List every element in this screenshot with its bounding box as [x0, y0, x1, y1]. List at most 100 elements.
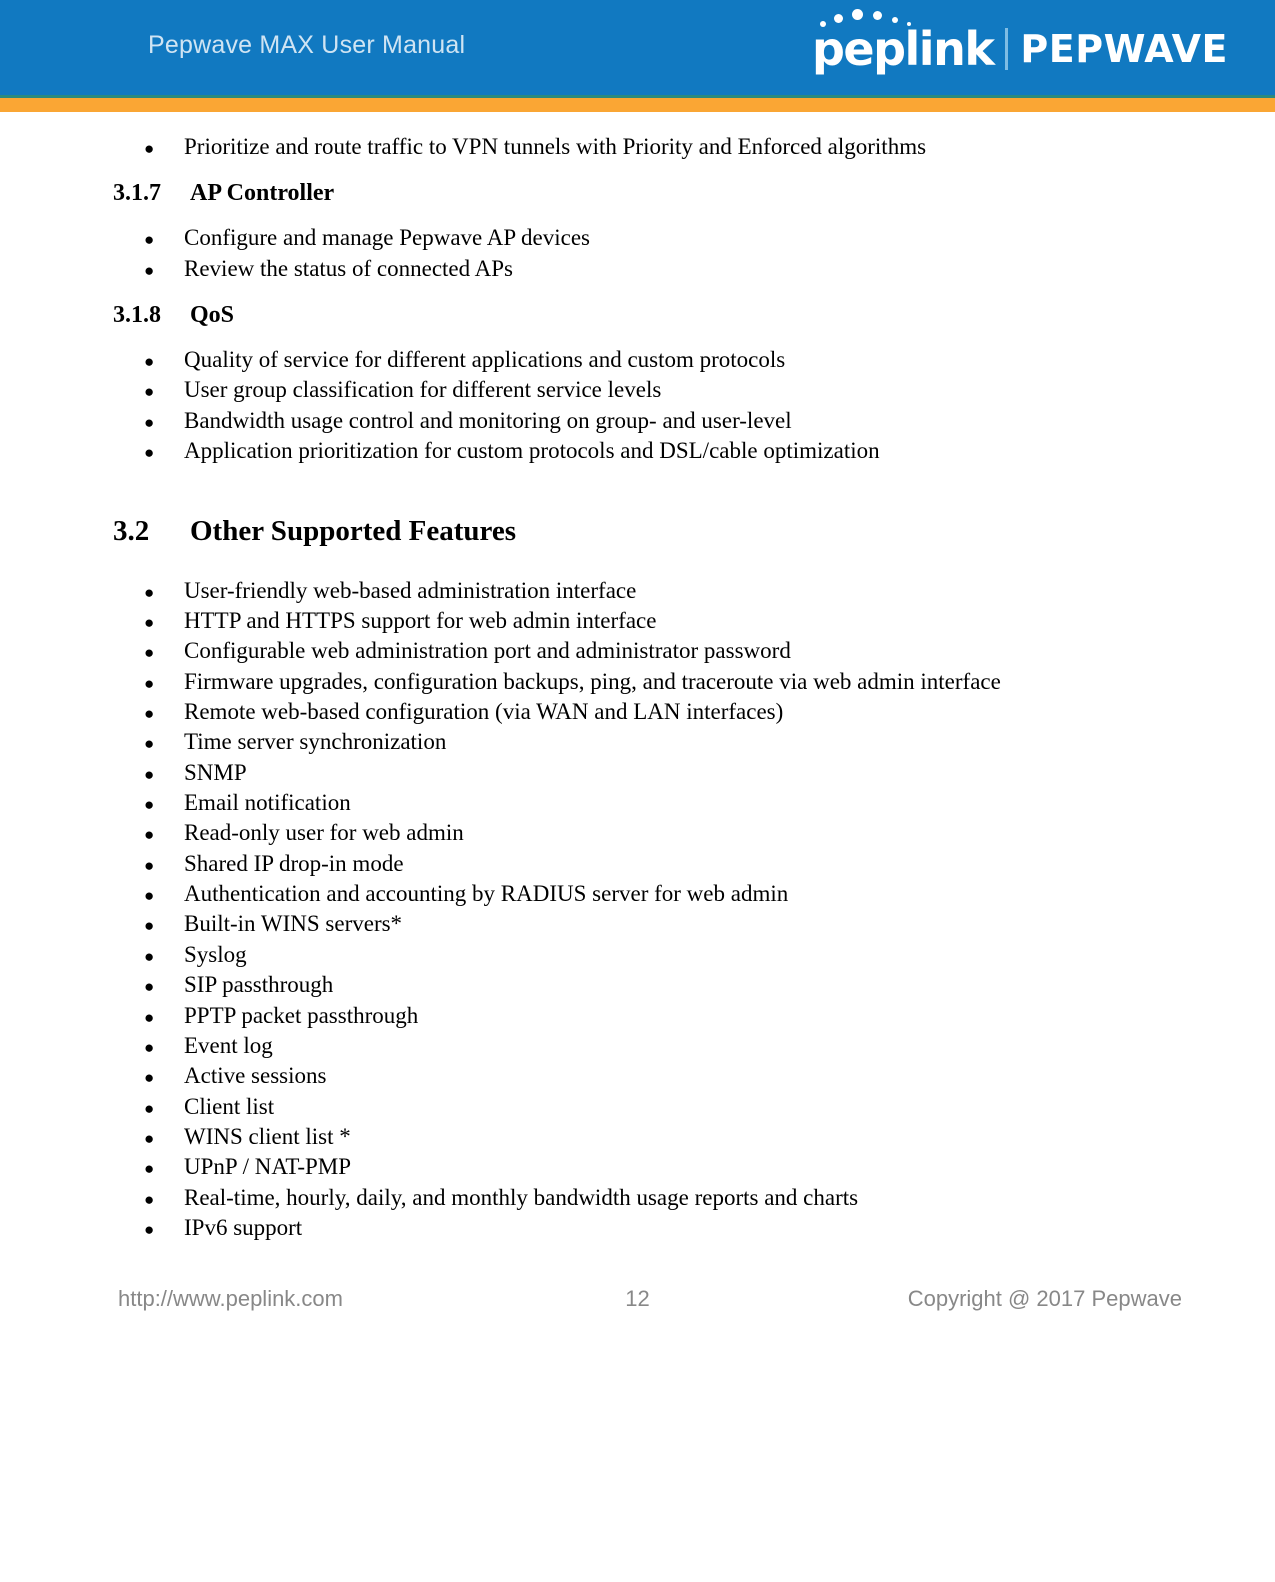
list-item: ● WINS client list * [0, 1122, 1275, 1152]
list-item-label: UPnP / NAT-PMP [184, 1154, 352, 1180]
bullet-icon: ● [144, 352, 155, 372]
list-item-label: Client list [184, 1093, 275, 1119]
section-heading-3-1-8: 3.1.8 QoS [0, 302, 1275, 329]
bullet-icon: ● [144, 764, 155, 784]
list-item: ● Authentication and accounting by RADIU… [0, 879, 1275, 909]
bullet-icon: ● [144, 1068, 155, 1088]
bullet-icon: ● [144, 582, 155, 602]
list-item-label: SNMP [184, 759, 247, 785]
list-item-label: User group classification for different … [184, 377, 662, 403]
section-title: AP Controller [190, 180, 335, 207]
list-item: ● Application prioritization for custom … [0, 436, 1275, 466]
bullet-icon: ● [144, 1007, 155, 1027]
bullet-icon: ● [144, 1189, 155, 1209]
document-body: ● Prioritize and route traffic to VPN tu… [0, 112, 1275, 1243]
bullet-icon: ● [144, 977, 155, 997]
list-item-label: IPv6 support [184, 1215, 303, 1241]
logo-separator-icon [1005, 28, 1009, 70]
list-item: ● User group classification for differen… [0, 375, 1275, 405]
peplink-pepwave-logo: peplink PEPWAVE [812, 8, 1228, 76]
bullet-icon: ● [144, 1098, 155, 1118]
list-item-label: Real-time, hourly, daily, and monthly ba… [184, 1184, 859, 1210]
list-item: ● UPnP / NAT-PMP [0, 1152, 1275, 1182]
manual-title: Pepwave MAX User Manual [148, 31, 466, 59]
header-orange-accent-bar [0, 98, 1275, 112]
list-item-label: User-friendly web-based administration i… [184, 577, 637, 603]
section-heading-3-1-7: 3.1.7 AP Controller [0, 180, 1275, 207]
section-title: QoS [190, 302, 235, 329]
bullet-icon: ● [144, 886, 155, 906]
list-item: ● Firmware upgrades, configuration backu… [0, 667, 1275, 697]
bullet-icon: ● [144, 1220, 155, 1240]
list-item-label: HTTP and HTTPS support for web admin int… [184, 607, 657, 633]
list-item-label: Email notification [184, 790, 351, 816]
footer-copyright: Copyright @ 2017 Pepwave [907, 1286, 1182, 1311]
list-item-label: PPTP packet passthrough [184, 1002, 419, 1028]
bullet-icon: ● [144, 412, 155, 432]
bullet-icon: ● [144, 443, 155, 463]
page-footer: http://www.peplink.com 12 Copyright @ 20… [0, 1282, 1275, 1322]
list-item: ● Active sessions [0, 1061, 1275, 1091]
list-item: ● Shared IP drop-in mode [0, 849, 1275, 879]
logo-wordmark: peplink PEPWAVE [812, 26, 1228, 72]
list-item-label: Bandwidth usage control and monitoring o… [184, 407, 792, 433]
bullet-icon: ● [144, 612, 155, 632]
list-item: ● Bandwidth usage control and monitoring… [0, 406, 1275, 436]
list-item: ● Built-in WINS servers* [0, 909, 1275, 939]
list-item-label: Read-only user for web admin [184, 820, 464, 846]
list-item: ● Configure and manage Pepwave AP device… [0, 223, 1275, 253]
section-number: 3.1.8 [113, 302, 161, 329]
list-item-label: Application prioritization for custom pr… [184, 438, 880, 464]
bullet-icon: ● [144, 382, 155, 402]
list-item: ● Syslog [0, 940, 1275, 970]
list-item: ● SNMP [0, 758, 1275, 788]
list-item: ● Review the status of connected APs [0, 254, 1275, 284]
list-item: ● Email notification [0, 788, 1275, 818]
logo-dots-icon [818, 8, 938, 28]
list-item: ● Configurable web administration port a… [0, 636, 1275, 666]
list-item-label: SIP passthrough [184, 972, 334, 998]
bullet-icon: ● [144, 1128, 155, 1148]
list-item-label: Quality of service for different applica… [184, 347, 786, 373]
list-item: ● Read-only user for web admin [0, 818, 1275, 848]
section-number: 3.2 [113, 514, 150, 547]
bullet-icon: ● [144, 230, 155, 250]
bullet-icon: ● [144, 703, 155, 723]
list-item: ● HTTP and HTTPS support for web admin i… [0, 606, 1275, 636]
list-item-label: Syslog [184, 941, 247, 967]
list-item-label: Configurable web administration port and… [184, 638, 791, 664]
list-item: ● Real-time, hourly, daily, and monthly … [0, 1183, 1275, 1213]
list-item-label: Remote web-based configuration (via WAN … [184, 698, 784, 724]
list-item: ● Time server synchronization [0, 727, 1275, 757]
bullet-icon: ● [144, 734, 155, 754]
bullet-icon: ● [144, 946, 155, 966]
bullet-icon: ● [144, 139, 155, 158]
list-item-label: Event log [184, 1032, 273, 1058]
list-item-label: WINS client list * [184, 1123, 351, 1149]
list-item: ● IPv6 support [0, 1213, 1275, 1243]
bullet-icon: ● [144, 795, 155, 815]
section-number: 3.1.7 [113, 180, 161, 207]
list-item: ● Client list [0, 1092, 1275, 1122]
list-item-label: Firmware upgrades, configuration backups… [184, 668, 1001, 694]
bullet-icon: ● [144, 825, 155, 845]
list-item-label: Authentication and accounting by RADIUS … [184, 881, 789, 907]
list-item: ● SIP passthrough [0, 970, 1275, 1000]
bullet-icon: ● [144, 1037, 155, 1057]
section-title: Other Supported Features [190, 514, 516, 547]
list-item: ● Quality of service for different appli… [0, 345, 1275, 375]
bullet-icon: ● [144, 673, 155, 693]
list-item-label: Time server synchronization [184, 729, 447, 755]
bullet-icon: ● [144, 1159, 155, 1179]
list-item-label: Built-in WINS servers* [184, 911, 403, 937]
list-item: ● PPTP packet passthrough [0, 1001, 1275, 1031]
bullet-icon: ● [144, 643, 155, 663]
list-item-label: Configure and manage Pepwave AP devices [184, 225, 591, 251]
list-item-label: Shared IP drop-in mode [184, 850, 404, 876]
logo-pepwave-text: PEPWAVE [1020, 27, 1228, 71]
list-item-label: Active sessions [184, 1063, 327, 1089]
list-item-label: Review the status of connected APs [184, 255, 513, 281]
bullet-icon: ● [144, 855, 155, 875]
section-heading-3-2: 3.2 Other Supported Features [0, 515, 1275, 548]
list-item-label: Prioritize and route traffic to VPN tunn… [184, 134, 927, 159]
